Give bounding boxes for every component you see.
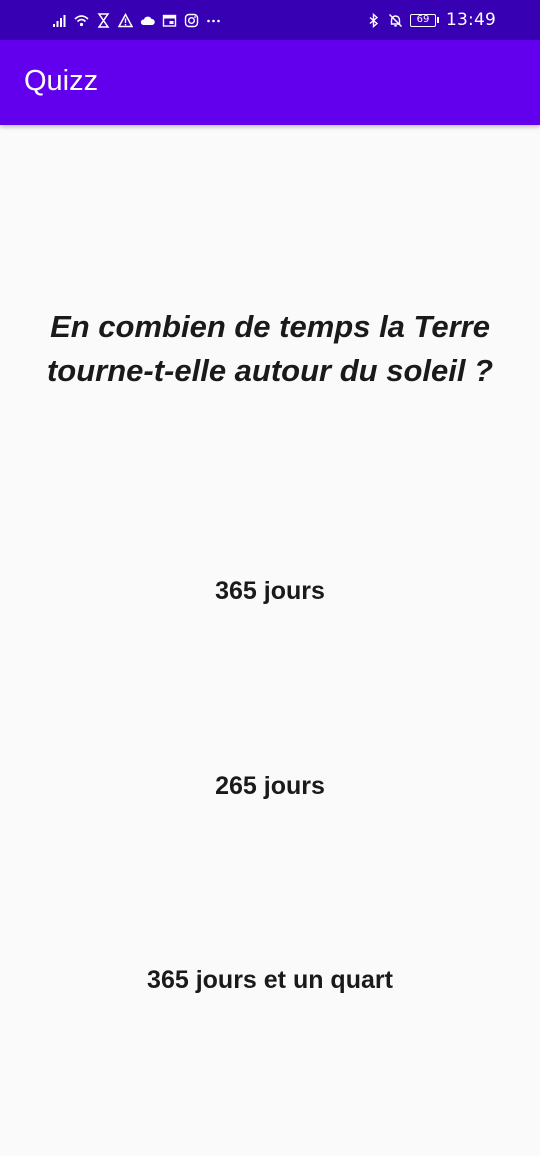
battery-level: 69: [410, 13, 436, 27]
status-icons-left: [52, 12, 221, 28]
battery-icon: 69: [410, 13, 439, 27]
calendar-icon: [162, 13, 177, 28]
app-title: Quizz: [24, 65, 99, 97]
app-bar: Quizz: [0, 40, 540, 125]
instagram-icon: [184, 13, 199, 28]
answer-button-3[interactable]: 365 jours et un quart: [40, 950, 500, 1010]
answer-button-1[interactable]: 365 jours: [40, 561, 500, 621]
answer-button-2[interactable]: 265 jours: [40, 756, 500, 816]
battery-tip: [437, 17, 439, 23]
notifications-off-icon: [388, 13, 403, 28]
status-icons-right: 69 13:49: [366, 10, 496, 30]
more-icon: [206, 13, 221, 28]
question-text: En combien de temps la Terre tourne-t-el…: [46, 309, 494, 388]
status-bar: 69 13:49: [0, 0, 540, 40]
hourglass-icon: [96, 12, 111, 28]
signal-icon: [52, 13, 67, 28]
status-time: 13:49: [446, 10, 496, 30]
warning-icon: [118, 12, 133, 28]
wifi-icon: [74, 13, 89, 28]
bluetooth-icon: [366, 12, 381, 28]
cloud-icon: [140, 13, 155, 28]
